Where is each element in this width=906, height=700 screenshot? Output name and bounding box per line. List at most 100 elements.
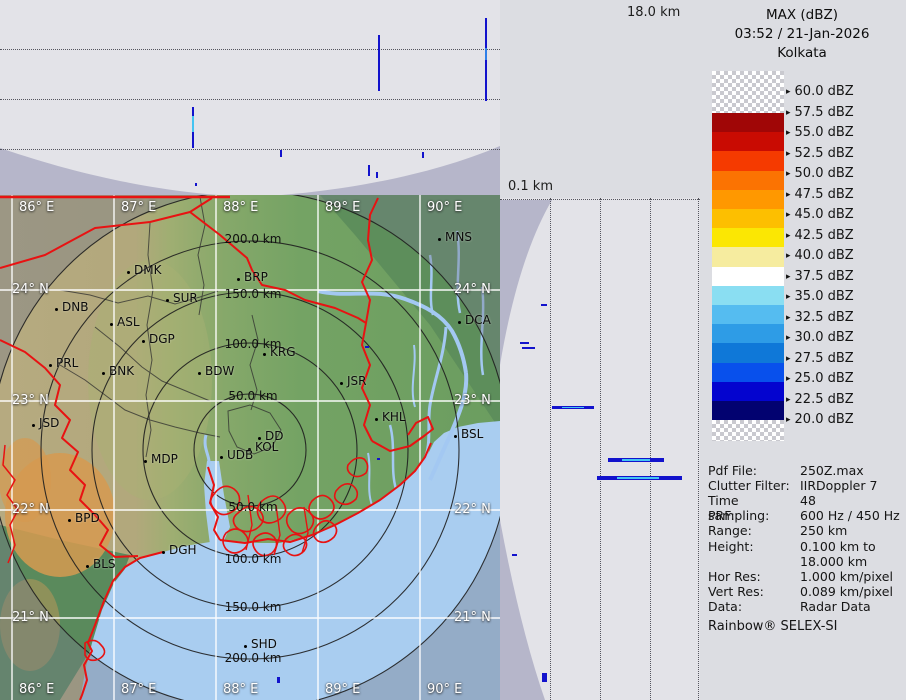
reflectivity-echo — [422, 152, 424, 158]
tick-arrow-icon: ▸ — [786, 313, 791, 323]
tick-arrow-icon: ▸ — [786, 333, 791, 343]
city-dot-DGP — [142, 340, 145, 343]
city-label-JSD: JSD — [39, 416, 59, 430]
city-dot-PRL — [49, 364, 52, 367]
color-scale-bar — [712, 71, 784, 441]
reflectivity-echo — [541, 304, 547, 306]
legend-tick-label: ▸60.0 dBZ — [786, 84, 854, 99]
city-dot-JSD — [32, 424, 35, 427]
reflectivity-echo — [280, 150, 282, 157]
software-brand: Rainbow® SELEX-SI — [708, 619, 838, 634]
top-projection-panel — [0, 0, 500, 198]
legend-tick-label: ▸52.5 dBZ — [786, 146, 854, 161]
metadata-value: Radar Data — [800, 599, 871, 614]
metadata-label: Clutter Filter: — [708, 478, 800, 493]
legend-tick-label: ▸25.0 dBZ — [786, 371, 854, 386]
legend-band — [712, 343, 784, 363]
metadata-label: PRF: — [708, 508, 800, 523]
longitude-label-bottom: 89° E — [325, 682, 360, 697]
city-label-BLS: BLS — [93, 557, 116, 571]
station-name: Kolkata — [700, 44, 904, 63]
city-label-DCA: DCA — [465, 313, 491, 327]
legend-band-below-min — [712, 420, 784, 441]
city-label-KOL: KOL — [255, 440, 278, 454]
city-dot-DGH — [162, 551, 165, 554]
reflectivity-echo — [485, 48, 487, 60]
range-ring-label: 100.0 km — [225, 552, 282, 566]
range-ring-label: 200.0 km — [225, 232, 282, 246]
metadata-value: 250 km — [800, 523, 847, 538]
tick-arrow-icon: ▸ — [786, 149, 791, 159]
radar-display: 18.0 km 0.1 km — [0, 0, 906, 700]
city-label-BDW: BDW — [205, 364, 234, 378]
city-label-BRP: BRP — [244, 270, 268, 284]
reflectivity-echo — [192, 116, 194, 132]
city-dot-SHD — [244, 645, 247, 648]
legend-band — [712, 286, 784, 306]
reflectivity-echo — [562, 407, 584, 408]
city-label-DNB: DNB — [62, 300, 88, 314]
right-projection-panel — [500, 198, 700, 700]
tick-arrow-icon: ▸ — [786, 190, 791, 200]
metadata-label: Vert Res: — [708, 584, 800, 599]
longitude-label-bottom: 87° E — [121, 682, 156, 697]
reflectivity-echo — [195, 183, 197, 186]
city-label-DGH: DGH — [169, 543, 197, 557]
legend-band — [712, 151, 784, 171]
tick-arrow-icon: ▸ — [786, 128, 791, 138]
product-title-block: MAX (dBZ) 03:52 / 21-Jan-2026 Kolkata — [700, 6, 904, 63]
metadata-label: Pdf File: — [708, 463, 800, 478]
height-gridline — [600, 198, 601, 700]
metadata-value: 18.000 km — [800, 554, 867, 569]
latitude-label-right: 23° N — [454, 393, 491, 408]
city-label-KHL: KHL — [382, 410, 406, 424]
metadata-label: Hor Res: — [708, 569, 800, 584]
legend-band — [712, 228, 784, 248]
longitude-label-top: 89° E — [325, 200, 360, 215]
metadata-row: Height:0.100 km to — [708, 539, 904, 554]
legend-tick-label: ▸35.0 dBZ — [786, 289, 854, 304]
city-label-DMK: DMK — [134, 263, 161, 277]
metadata-value: 250Z.max — [800, 463, 864, 478]
latitude-label-right: 24° N — [454, 282, 491, 297]
metadata-value: IIRDoppler 7 — [800, 478, 877, 493]
panel-edge-line — [500, 199, 700, 200]
height-gridline — [0, 149, 500, 150]
metadata-value: 0.089 km/pixel — [800, 584, 893, 599]
radar-map: DMKBRPSURDNBASLDGPMNSDCAPRLBNKBDWKRGJSRK… — [0, 195, 500, 700]
city-label-MDP: MDP — [151, 452, 178, 466]
tick-arrow-icon: ▸ — [786, 354, 791, 364]
height-gridline — [650, 198, 651, 700]
legend-band — [712, 113, 784, 133]
tick-arrow-icon: ▸ — [786, 395, 791, 405]
legend-band — [712, 171, 784, 191]
reflectivity-echo — [368, 165, 370, 176]
reflectivity-echo — [622, 459, 650, 461]
legend-tick-label: ▸55.0 dBZ — [786, 125, 854, 140]
metadata-label: Range: — [708, 523, 800, 538]
latitude-label-right: 21° N — [454, 610, 491, 625]
tick-arrow-icon: ▸ — [786, 169, 791, 179]
metadata-value: 600 Hz / 450 Hz — [800, 508, 900, 523]
city-dot-ASL — [110, 323, 113, 326]
reflectivity-echo — [377, 458, 380, 460]
legend-band — [712, 324, 784, 344]
metadata-row: Clutter Filter:IIRDoppler 7 — [708, 478, 904, 493]
city-label-JSR: JSR — [347, 374, 367, 388]
tick-arrow-icon: ▸ — [786, 272, 791, 282]
product-datetime: 03:52 / 21-Jan-2026 — [700, 25, 904, 44]
city-label-ASL: ASL — [117, 315, 140, 329]
reflectivity-echo — [365, 346, 369, 348]
city-dot-MNS — [438, 238, 441, 241]
metadata-value: 1.000 km/pixel — [800, 569, 893, 584]
tick-arrow-icon: ▸ — [786, 374, 791, 384]
tick-arrow-icon: ▸ — [786, 231, 791, 241]
legend-band — [712, 190, 784, 210]
legend-band — [712, 267, 784, 287]
legend-band — [712, 132, 784, 152]
height-gridline — [0, 49, 500, 50]
city-dot-BRP — [237, 278, 240, 281]
height-gridline — [550, 198, 551, 700]
metadata-row: Pdf File:250Z.max — [708, 463, 904, 478]
metadata-label — [708, 554, 800, 569]
